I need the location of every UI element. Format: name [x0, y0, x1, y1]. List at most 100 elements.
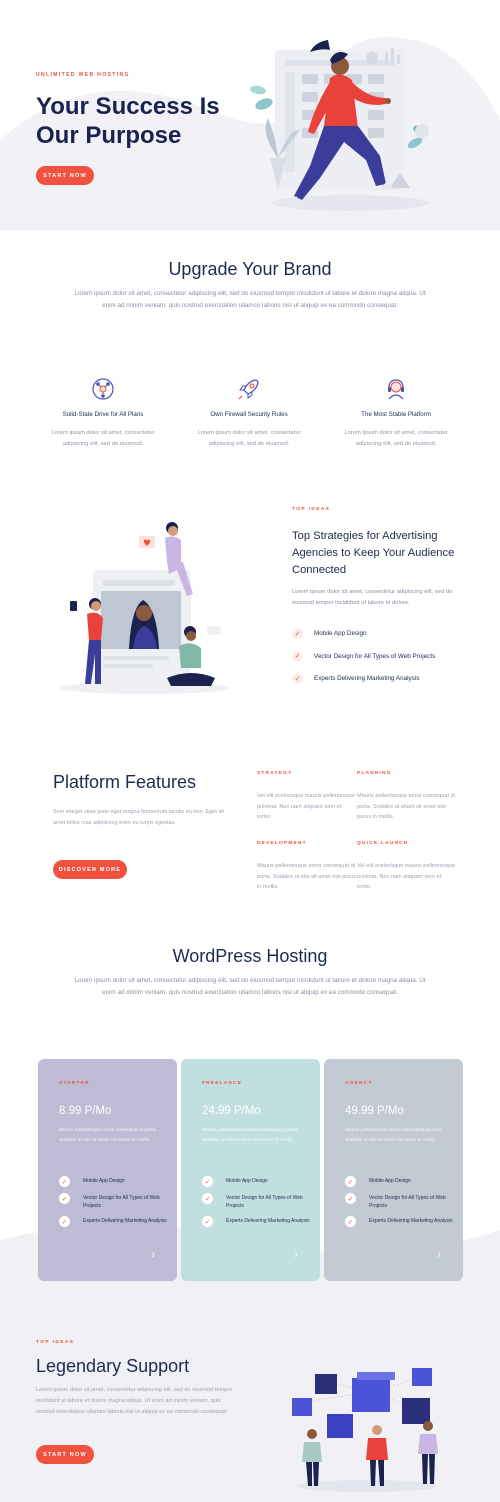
- upgrade-title: Upgrade Your Brand: [168, 259, 332, 279]
- plan-price: 8.99 P/Mo: [59, 1105, 112, 1117]
- platform-item-development: DEVELOPMENT Mauris pellentesque tortor c…: [257, 841, 357, 893]
- plan-description: Mauris pellentesque tortor consequat id …: [59, 1128, 157, 1143]
- svg-text:♥: ♥: [143, 539, 151, 549]
- hosting-title: WordPress Hosting: [172, 946, 328, 966]
- support-title: Legendary Support: [36, 1356, 190, 1376]
- check-icon: ✓: [345, 1216, 356, 1227]
- plan-feature: ✓ Vector Design for All Types of Web Proj…: [59, 1193, 171, 1210]
- plan-tier: AGENCY: [345, 1081, 373, 1086]
- strategies-illustration: ♥: [60, 522, 230, 694]
- discover-more-button[interactable]: DISCOVER MORE: [53, 860, 127, 879]
- network-icon: [92, 378, 114, 400]
- plan-feature-label: Experts Delivering Marketing Analysis: [369, 1218, 453, 1224]
- support-eyebrow: TOP IDEAS: [36, 1340, 75, 1345]
- chevron-right-icon[interactable]: ›: [437, 1249, 441, 1261]
- feature-title: The Most Stable Platform: [361, 411, 431, 418]
- plan-feature-list: ✓ Mobile App Design ✓ Vector Design for Al…: [345, 1176, 457, 1233]
- chevron-right-icon[interactable]: ›: [151, 1249, 155, 1261]
- hosting-body: Lorem ipsum dolor sit amet, consectetur …: [74, 977, 426, 996]
- platform-item-planning: PLANNING Mauris pellentesque tortor cons…: [357, 771, 457, 823]
- headset-icon: [388, 379, 404, 400]
- feature-body: Lorem ipsum dolor sit amet, consectetur …: [344, 430, 448, 447]
- hero-title-line-2: Our Purpose: [36, 122, 182, 149]
- check-icon: ✓: [202, 1193, 213, 1204]
- check-icon: ✓: [202, 1176, 213, 1187]
- strategies-title: Top Strategies for Advertising Agencies …: [292, 528, 454, 579]
- platform-item-label: QUICK LAUNCH: [357, 841, 409, 846]
- strategies-eyebrow: TOP IDEAS: [292, 507, 331, 512]
- rocket-icon: [238, 379, 259, 400]
- strategies-check-list: ✓ Mobile App Design ✓ Vector Design for …: [292, 628, 435, 684]
- platform-item-body: Mauris pellentesque tortor consequat id …: [257, 863, 357, 890]
- strategies-title-line-1: Top Strategies for Advertising: [292, 530, 438, 542]
- plan-feature-label: Mobile App Design: [369, 1178, 411, 1184]
- support-illustration: [292, 1368, 438, 1492]
- strategies-title-line-3: Connected: [292, 564, 347, 576]
- platform-body: Sem integer vitae justo eget magna ferme…: [53, 809, 224, 826]
- hero-illustration: [250, 40, 429, 211]
- check-icon: ✓: [345, 1176, 356, 1187]
- plan-feature-label: Mobile App Design: [226, 1178, 268, 1184]
- plan-tier: FREELANCE: [202, 1081, 243, 1086]
- plan-description: Mauris pellentesque tortor consequat id …: [202, 1128, 300, 1143]
- check-icon: ✓: [292, 628, 303, 639]
- check-icon: ✓: [59, 1216, 70, 1227]
- platform-item-quick-launch: QUICK LAUNCH Vel elit scelerisque mauris…: [357, 841, 457, 893]
- pricing-card-agency[interactable]: AGENCY 49.99 P/Mo Mauris pellentesque to…: [324, 1059, 463, 1281]
- check-icon: ✓: [292, 673, 303, 684]
- list-item: ✓ Experts Delivering Marketing Analysis: [292, 673, 435, 684]
- pricing-card-starter[interactable]: STARTER 8.99 P/Mo Mauris pellentesque to…: [38, 1059, 177, 1281]
- plan-feature: ✓ Mobile App Design: [345, 1176, 457, 1187]
- feature-ssd: Solid-State Drive for All Plans Lorem ip…: [43, 376, 163, 449]
- list-item-label: Mobile App Design: [314, 630, 367, 637]
- platform-item-body: Vel elit scelerisque mauris pellentesque…: [257, 793, 355, 820]
- plan-feature: ✓ Vector Design for All Types of Web Proj…: [202, 1193, 314, 1210]
- list-item-label: Experts Delivering Marketing Analysis: [314, 675, 420, 682]
- list-item-label: Vector Design for All Types of Web Proje…: [314, 652, 436, 660]
- chevron-right-icon[interactable]: ›: [294, 1249, 298, 1261]
- plan-feature-list: ✓ Mobile App Design ✓ Vector Design for Al…: [59, 1176, 171, 1233]
- feature-title: Own Firewall Security Rules: [210, 411, 288, 418]
- check-icon: ✓: [59, 1176, 70, 1187]
- plan-price: 49.99 P/Mo: [345, 1105, 404, 1117]
- plan-feature: ✓ Experts Delivering Marketing Analysis: [59, 1216, 171, 1227]
- platform-item-strategy: STRATEGY Vel elit scelerisque mauris pel…: [257, 771, 357, 823]
- list-item: ✓ Mobile App Design: [292, 628, 435, 639]
- support-body: Lorem ipsum dolor sit amet, consectetur …: [36, 1387, 233, 1415]
- plan-feature-list: ✓ Mobile App Design ✓ Vector Design for Al…: [202, 1176, 314, 1233]
- plan-feature-label: Mobile App Design: [83, 1178, 125, 1184]
- plan-tier: STARTER: [59, 1081, 90, 1086]
- feature-stable: The Most Stable Platform Lorem ipsum dol…: [336, 376, 456, 449]
- strategies-body: Lorem ipsum dolor sit amet, consectetur …: [292, 589, 453, 606]
- plan-price: 24.99 P/Mo: [202, 1105, 261, 1117]
- plan-feature-label: Vector Design for All Types of Web Proje…: [369, 1195, 446, 1209]
- plan-feature-label: Vector Design for All Types of Web Proje…: [83, 1195, 160, 1209]
- plan-feature: ✓ Experts Delivering Marketing Analysis: [345, 1216, 457, 1227]
- check-icon: ✓: [59, 1193, 70, 1204]
- check-icon: ✓: [345, 1193, 356, 1204]
- platform-title: Platform Features: [53, 772, 197, 792]
- plan-feature-label: Experts Delivering Marketing Analysis: [226, 1218, 310, 1224]
- hero-start-button[interactable]: START NOW: [36, 166, 94, 185]
- feature-title: Solid-State Drive for All Plans: [62, 411, 144, 418]
- check-icon: ✓: [292, 650, 303, 662]
- plan-description: Mauris pellentesque tortor consequat id …: [345, 1128, 443, 1143]
- platform-item-label: PLANNING: [357, 771, 392, 776]
- feature-body: Lorem ipsum dolor sit amet, consectetur …: [51, 430, 155, 447]
- feature-firewall: Own Firewall Security Rules Lorem ipsum …: [189, 376, 309, 449]
- hero-title: Your Success Is Our Purpose: [36, 92, 220, 150]
- platform-item-body: Vel elit scelerisque mauris pellentesque…: [357, 863, 455, 890]
- platform-item-label: STRATEGY: [257, 771, 293, 776]
- pricing-card-freelance[interactable]: FREELANCE 24.99 P/Mo Mauris pellentesque…: [181, 1059, 320, 1281]
- list-item: ✓ Vector Design for All Types of Web Pro…: [292, 650, 436, 662]
- check-icon: ✓: [202, 1216, 213, 1227]
- upgrade-body: Lorem ipsum dolor sit amet, consectetur …: [74, 290, 426, 309]
- hero-title-line-1: Your Success Is: [36, 93, 220, 120]
- support-start-button[interactable]: START NOW: [36, 1445, 94, 1464]
- plan-feature: ✓ Mobile App Design: [59, 1176, 171, 1187]
- strategies-title-line-2: Agencies to Keep Your Audience: [292, 547, 455, 559]
- feature-body: Lorem ipsum dolor sit amet, consectetur …: [197, 430, 301, 447]
- platform-item-body: Mauris pellentesque tortor consequat id …: [357, 793, 455, 820]
- plan-feature-label: Vector Design for All Types of Web Proje…: [226, 1195, 303, 1209]
- plan-feature-label: Experts Delivering Marketing Analysis: [83, 1218, 167, 1224]
